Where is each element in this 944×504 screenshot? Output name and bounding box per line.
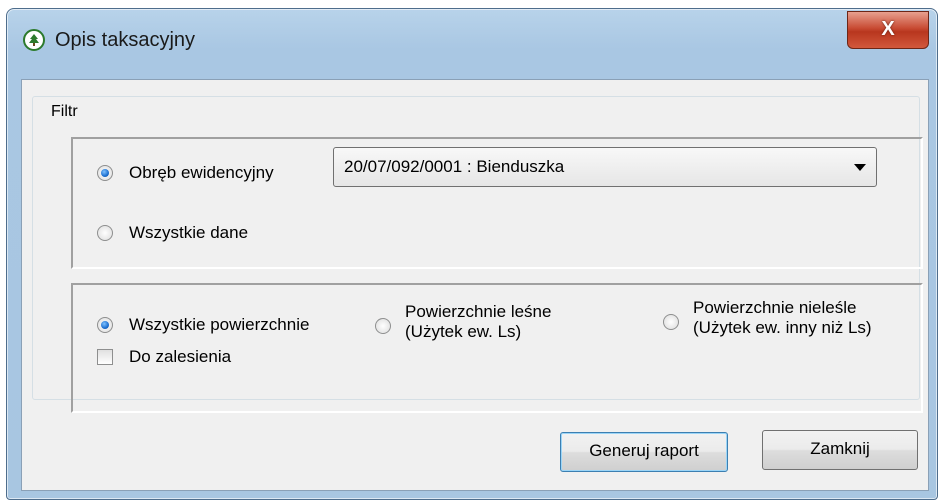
obreb-select[interactable]: 20/07/092/0001 : Bienduszka: [333, 147, 877, 187]
radio-wszystkie-dane[interactable]: [97, 225, 113, 241]
radio-powierzchnie-niclesne-line2[interactable]: (Użytek ew. inny niż Ls): [693, 317, 872, 338]
radio-powierzchnie-lesne-line1[interactable]: Powierzchnie leśne: [405, 301, 551, 322]
obreb-select-value: 20/07/092/0001 : Bienduszka: [344, 157, 565, 176]
tree-icon: [23, 29, 45, 51]
radio-wszystkie-powierzchnie[interactable]: [97, 317, 113, 333]
filter-legend: Filtr: [49, 103, 80, 121]
radio-obreb-ewidencyjny[interactable]: [97, 165, 113, 181]
radio-wszystkie-dane-label[interactable]: Wszystkie dane: [129, 222, 248, 243]
radio-obreb-label[interactable]: Obręb ewidencyjny: [129, 162, 274, 183]
radio-wszystkie-powierzchnie-label[interactable]: Wszystkie powierzchnie: [129, 314, 309, 335]
checkbox-do-zalesienia-label[interactable]: Do zalesienia: [129, 346, 231, 367]
close-window-button[interactable]: X: [847, 11, 929, 49]
close-icon: X: [881, 18, 895, 40]
chevron-down-icon[interactable]: [854, 164, 866, 171]
filter-group: Filtr Obręb ewidencyjny Wszystkie dane 2…: [32, 96, 923, 413]
window-title: Opis taksacyjny: [55, 29, 196, 51]
radio-powierzchnie-niclesne[interactable]: [663, 314, 679, 330]
surfaces-panel: Wszystkie powierzchnie Powierzchnie leśn…: [71, 283, 923, 413]
close-button[interactable]: Zamknij: [762, 430, 918, 470]
radio-powierzchnie-lesne-line2[interactable]: (Użytek ew. Ls): [405, 321, 521, 342]
radio-powierzchnie-lesne[interactable]: [375, 318, 391, 334]
checkbox-do-zalesienia[interactable]: [97, 349, 113, 365]
dialog-client-area: Filtr Obręb ewidencyjny Wszystkie dane 2…: [21, 79, 929, 491]
dialog-window: Opis taksacyjny X Filtr Obręb ewidencyjn…: [6, 8, 938, 500]
title-bar[interactable]: Opis taksacyjny X: [7, 9, 937, 71]
generate-report-button[interactable]: Generuj raport: [560, 432, 728, 472]
radio-powierzchnie-niclesne-line1[interactable]: Powierzchnie nieleśle: [693, 297, 856, 318]
